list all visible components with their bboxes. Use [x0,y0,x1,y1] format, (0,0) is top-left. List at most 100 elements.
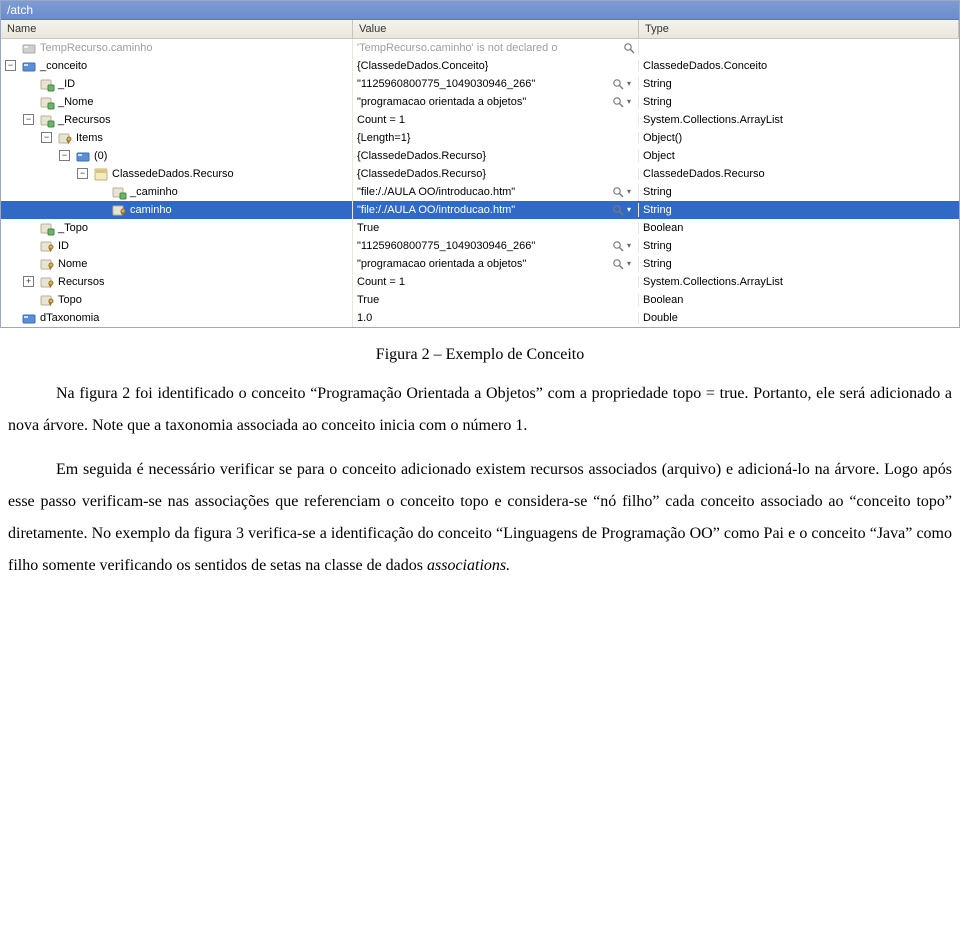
type-cell: Object() [639,132,959,144]
name-cell[interactable]: _Topo [1,219,353,237]
collapse-toggle[interactable]: − [5,60,16,71]
table-row[interactable]: Topo True Boolean [1,291,959,309]
collapse-toggle[interactable]: − [23,114,34,125]
table-row[interactable]: −_conceito{ClassedeDados.Conceito}Classe… [1,57,959,75]
var-blue-icon [21,310,37,326]
table-row[interactable]: TempRecurso.caminho'TempRecurso.caminho'… [1,39,959,57]
table-row[interactable]: −ClassedeDados.Recurso{ClassedeDados.Rec… [1,165,959,183]
value-cell[interactable]: True [353,222,639,234]
table-row[interactable]: dTaxonomia 1.0 Double [1,309,959,327]
field-icon [39,94,55,110]
row-value-text: True [357,294,379,306]
toggle-placeholder [5,312,16,323]
value-cell[interactable]: {Length=1} [353,132,639,144]
row-name-label: _Topo [58,222,88,234]
value-cell[interactable]: True [353,294,639,306]
row-name-label: Nome [58,258,87,270]
expand-toggle[interactable]: + [23,276,34,287]
value-cell[interactable]: "programacao orientada a objetos"▾ [353,95,639,109]
table-row[interactable]: _ID"1125960800775_1049030946_266"▾String [1,75,959,93]
value-cell[interactable]: 1.0 [353,312,639,324]
toggle-placeholder [95,186,106,197]
name-cell[interactable]: TempRecurso.caminho [1,39,353,57]
row-value-text: True [357,222,379,234]
name-cell[interactable]: Nome [1,255,353,273]
magnifier-icon[interactable] [611,203,625,217]
table-row[interactable]: _Topo True Boolean [1,219,959,237]
name-cell[interactable]: _Nome [1,93,353,111]
field-icon [39,76,55,92]
magnifier-icon[interactable] [611,257,625,271]
table-row[interactable]: caminho"file:/./AULA OO/introducao.htm"▾… [1,201,959,219]
column-header-row: Name Value Type [1,20,959,39]
toggle-placeholder [5,42,16,53]
collapse-toggle[interactable]: − [59,150,70,161]
value-cell[interactable]: "1125960800775_1049030946_266"▾ [353,239,639,253]
table-row[interactable]: +RecursosCount = 1System.Collections.Arr… [1,273,959,291]
value-cell[interactable]: 'TempRecurso.caminho' is not declared o [353,41,639,55]
name-cell[interactable]: + Recursos [1,273,353,291]
column-header-type[interactable]: Type [639,20,959,38]
var-blue-icon [75,148,91,164]
type-cell: Double [639,312,959,324]
name-cell[interactable]: −(0) [1,147,353,165]
table-row[interactable]: Nome"programacao orientada a objetos"▾St… [1,255,959,273]
name-cell[interactable]: Topo [1,291,353,309]
table-row[interactable]: −(0){ClassedeDados.Recurso}Object [1,147,959,165]
type-cell: Boolean [639,294,959,306]
toggle-placeholder [23,294,34,305]
prop-icon [39,292,55,308]
type-cell: Object [639,150,959,162]
name-cell[interactable]: −_conceito [1,57,353,75]
row-name-label: _caminho [130,186,178,198]
row-name-label: Recursos [58,276,104,288]
name-cell[interactable]: −Items [1,129,353,147]
prop-icon [39,238,55,254]
table-row[interactable]: _caminho "file:/./AULA OO/introducao.htm"… [1,183,959,201]
name-cell[interactable]: _caminho [1,183,353,201]
toggle-placeholder [23,96,34,107]
value-cell[interactable]: Count = 1 [353,114,639,126]
value-cell[interactable]: Count = 1 [353,276,639,288]
panel-titlebar[interactable]: /atch [1,1,959,20]
name-cell[interactable]: −ClassedeDados.Recurso [1,165,353,183]
column-header-value[interactable]: Value [353,20,639,38]
table-row[interactable]: −Items{Length=1}Object() [1,129,959,147]
value-cell[interactable]: {ClassedeDados.Conceito} [353,60,639,72]
dropdown-arrow-icon[interactable]: ▾ [627,259,635,268]
value-cell[interactable]: {ClassedeDados.Recurso} [353,150,639,162]
magnifier-icon[interactable] [622,41,636,55]
type-cell: String [639,204,959,216]
magnifier-icon[interactable] [611,95,625,109]
dropdown-arrow-icon[interactable]: ▾ [627,97,635,106]
dropdown-arrow-icon[interactable]: ▾ [627,187,635,196]
magnifier-icon[interactable] [611,77,625,91]
name-cell[interactable]: −_Recursos [1,111,353,129]
name-cell[interactable]: caminho [1,201,353,219]
collapse-toggle[interactable]: − [41,132,52,143]
row-name-label: Topo [58,294,82,306]
row-value-text: Count = 1 [357,276,405,288]
dropdown-arrow-icon[interactable]: ▾ [627,241,635,250]
column-header-name[interactable]: Name [1,20,353,38]
value-cell[interactable]: "1125960800775_1049030946_266"▾ [353,77,639,91]
class-icon [93,166,109,182]
type-cell: Boolean [639,222,959,234]
value-cell[interactable]: {ClassedeDados.Recurso} [353,168,639,180]
value-cell[interactable]: "programacao orientada a objetos"▾ [353,257,639,271]
value-cell[interactable]: "file:/./AULA OO/introducao.htm"▾ [353,203,639,217]
row-value-text: 1.0 [357,312,372,324]
dropdown-arrow-icon[interactable]: ▾ [627,205,635,214]
name-cell[interactable]: dTaxonomia [1,309,353,327]
name-cell[interactable]: ID [1,237,353,255]
value-cell[interactable]: "file:/./AULA OO/introducao.htm"▾ [353,185,639,199]
magnifier-icon[interactable] [611,185,625,199]
watch-panel: /atch Name Value Type TempRecurso.caminh… [0,0,960,328]
name-cell[interactable]: _ID [1,75,353,93]
magnifier-icon[interactable] [611,239,625,253]
table-row[interactable]: −_RecursosCount = 1System.Collections.Ar… [1,111,959,129]
dropdown-arrow-icon[interactable]: ▾ [627,79,635,88]
collapse-toggle[interactable]: − [77,168,88,179]
table-row[interactable]: ID"1125960800775_1049030946_266"▾String [1,237,959,255]
table-row[interactable]: _Nome"programacao orientada a objetos"▾S… [1,93,959,111]
